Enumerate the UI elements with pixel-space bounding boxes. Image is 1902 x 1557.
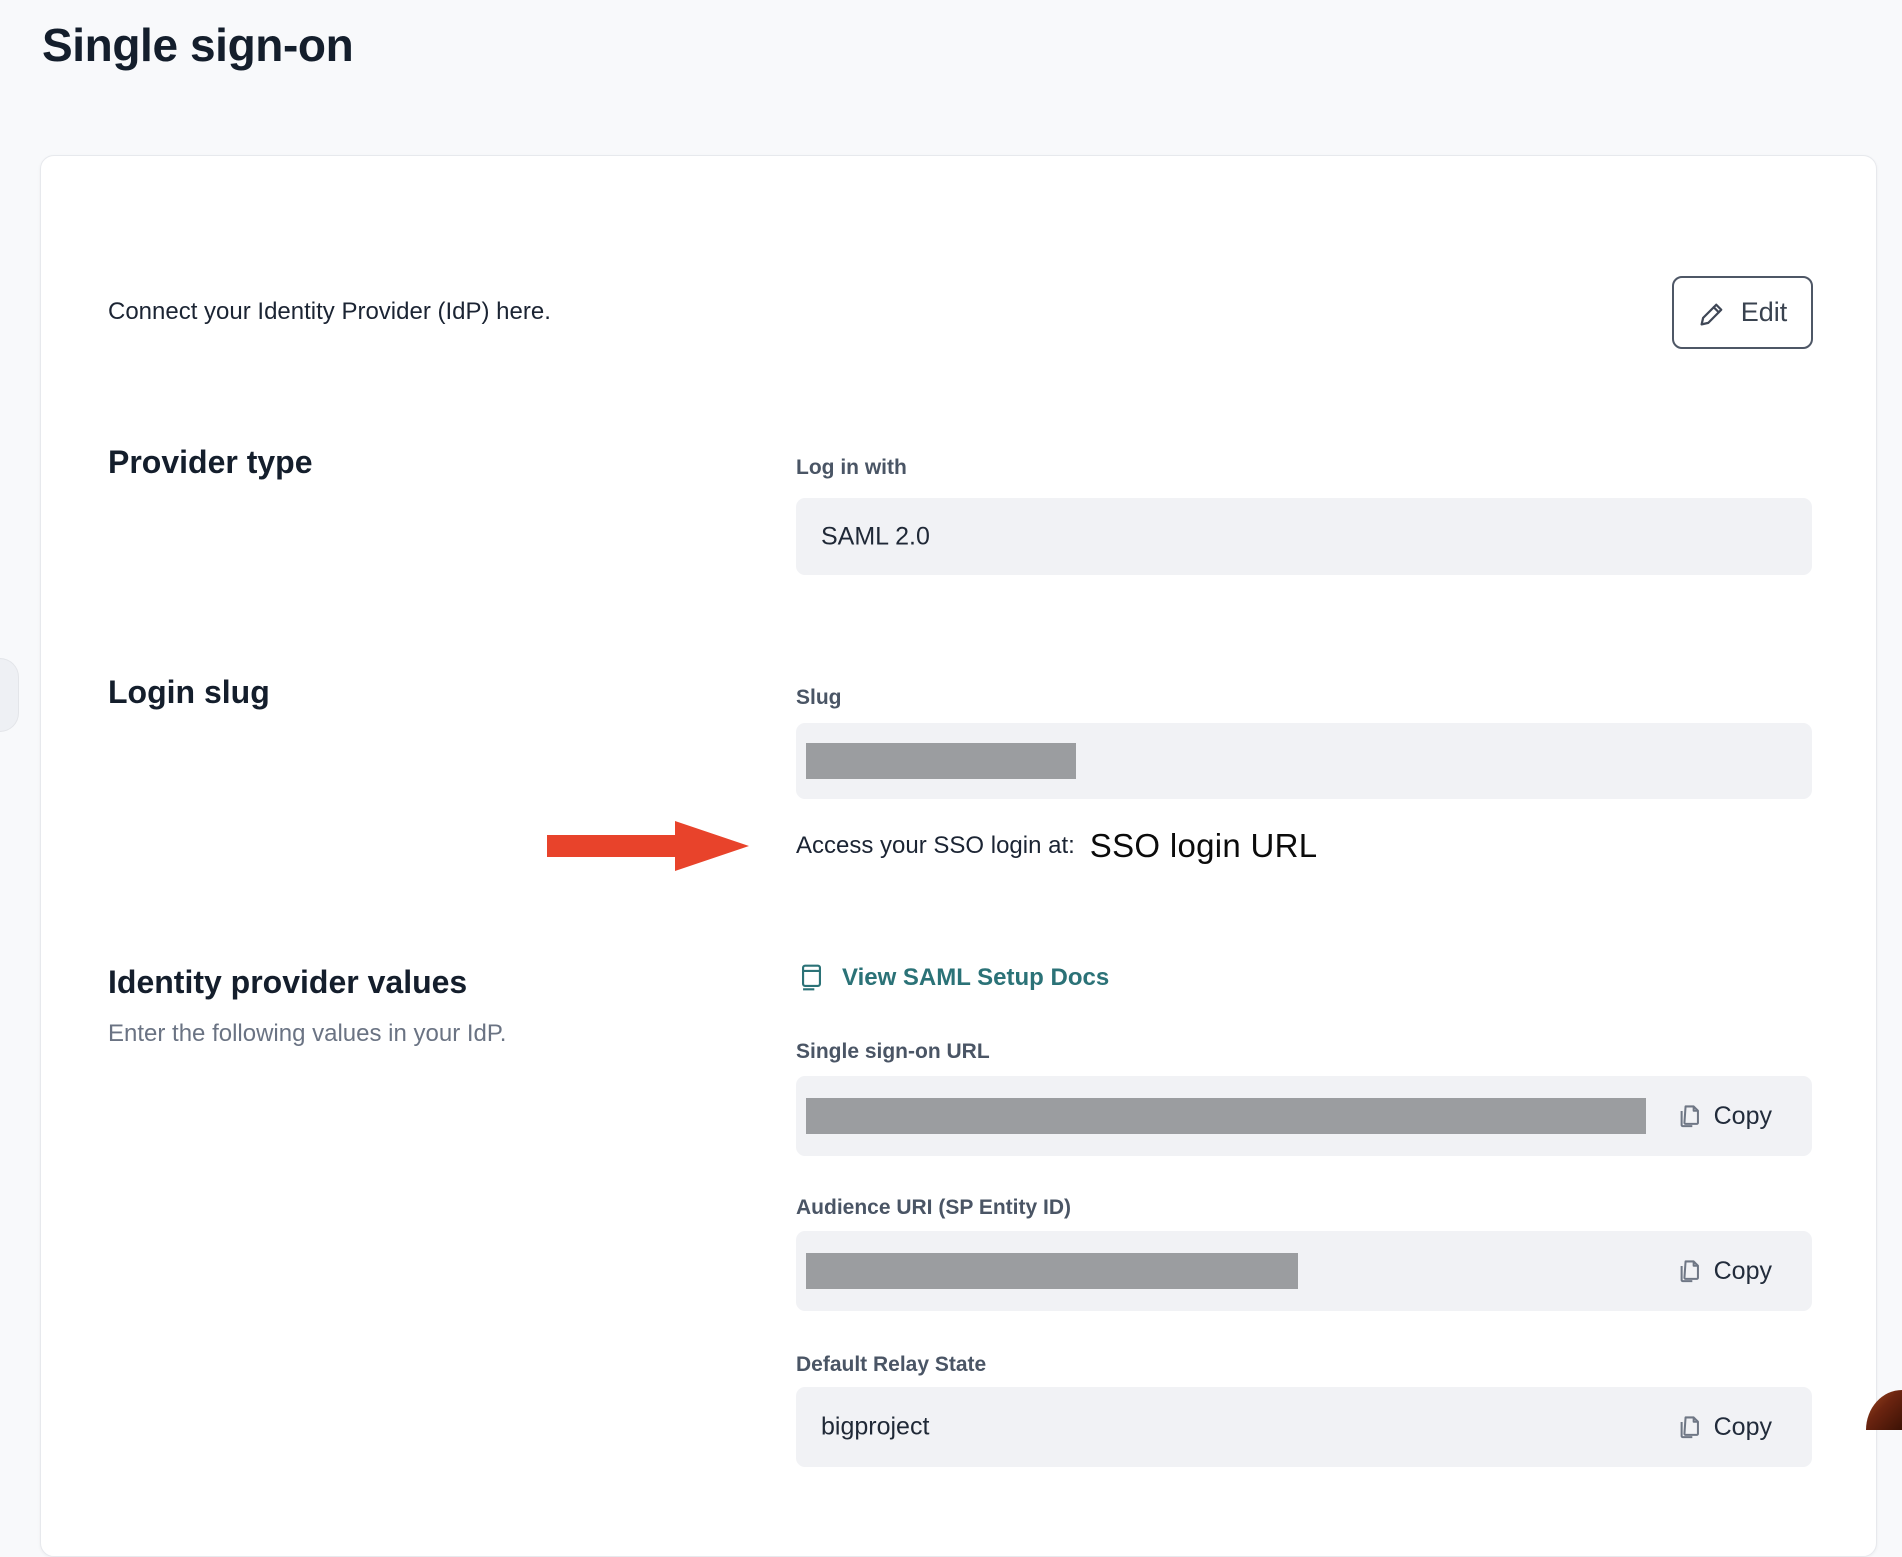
copy-icon xyxy=(1676,1101,1703,1131)
edit-button[interactable]: Edit xyxy=(1672,276,1813,349)
intro-text: Connect your Identity Provider (IdP) her… xyxy=(108,298,551,326)
copy-relay-state-button[interactable]: Copy xyxy=(1676,1412,1772,1442)
slug-value-box xyxy=(796,723,1812,799)
page-title: Single sign-on xyxy=(42,18,353,72)
redacted-slug-value xyxy=(806,743,1076,779)
redacted-audience-uri-value xyxy=(806,1253,1298,1289)
sso-login-url-text: SSO login URL xyxy=(1090,827,1318,865)
copy-icon xyxy=(1676,1412,1703,1442)
single-sign-on-url-label: Single sign-on URL xyxy=(796,1040,990,1064)
access-prefix-text: Access your SSO login at: xyxy=(796,832,1075,860)
copy-label: Copy xyxy=(1714,1413,1772,1442)
copy-label: Copy xyxy=(1714,1257,1772,1286)
slug-label: Slug xyxy=(796,686,842,710)
edit-button-label: Edit xyxy=(1741,297,1788,328)
default-relay-state-value: bigproject xyxy=(821,1413,929,1442)
redacted-sso-url-value xyxy=(806,1098,1646,1134)
audience-uri-label: Audience URI (SP Entity ID) xyxy=(796,1196,1071,1220)
copy-sso-url-button[interactable]: Copy xyxy=(1676,1101,1772,1131)
sso-settings-card: Connect your Identity Provider (IdP) her… xyxy=(40,155,1877,1557)
audience-uri-box: Copy xyxy=(796,1231,1812,1311)
copy-audience-uri-button[interactable]: Copy xyxy=(1676,1256,1772,1286)
drawer-handle[interactable] xyxy=(0,658,19,732)
default-relay-state-box: bigproject Copy xyxy=(796,1387,1812,1467)
section-heading-idp-values: Identity provider values xyxy=(108,964,467,1001)
section-heading-provider-type: Provider type xyxy=(108,444,313,481)
provider-type-value: SAML 2.0 xyxy=(821,522,930,551)
copy-icon xyxy=(1676,1256,1703,1286)
red-annotation-arrow xyxy=(547,821,749,871)
idp-values-subheading: Enter the following values in your IdP. xyxy=(108,1020,506,1048)
docs-link-label: View SAML Setup Docs xyxy=(842,964,1109,992)
single-sign-on-url-box: Copy xyxy=(796,1076,1812,1156)
default-relay-state-label: Default Relay State xyxy=(796,1353,986,1377)
view-saml-setup-docs-link[interactable]: View SAML Setup Docs xyxy=(798,962,1109,993)
section-heading-login-slug: Login slug xyxy=(108,674,270,711)
pencil-icon xyxy=(1698,298,1728,328)
book-icon xyxy=(798,962,825,993)
sso-access-row: Access your SSO login at: SSO login URL xyxy=(796,820,1317,872)
copy-label: Copy xyxy=(1714,1102,1772,1131)
log-in-with-label: Log in with xyxy=(796,456,907,480)
provider-type-value-box: SAML 2.0 xyxy=(796,498,1812,575)
